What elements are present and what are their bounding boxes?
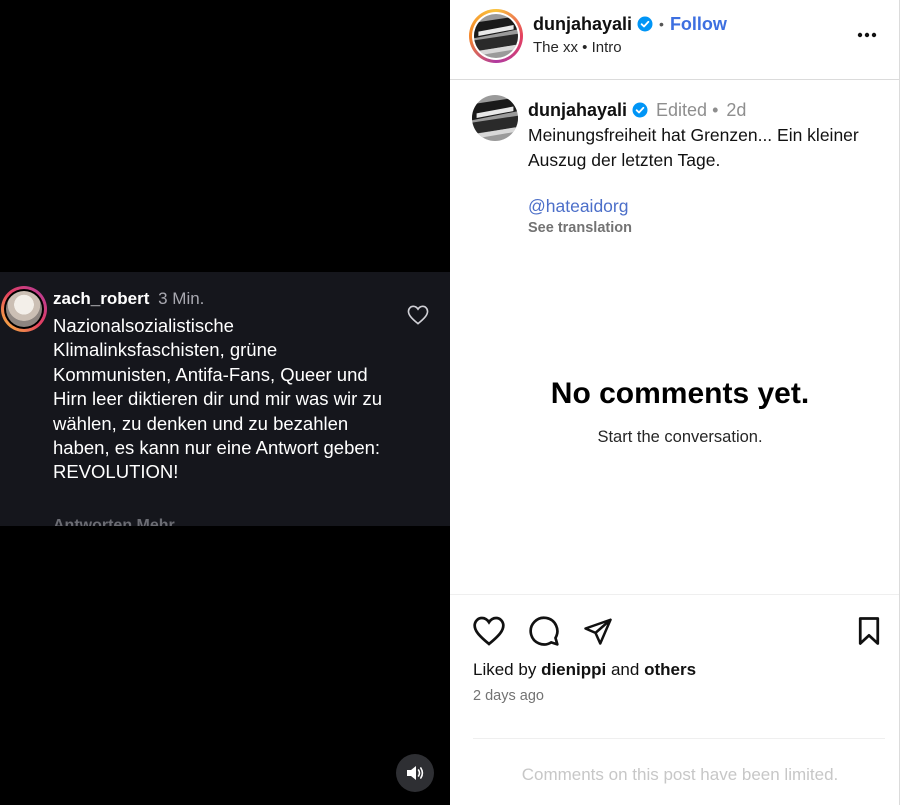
likes-others-link[interactable]: others: [644, 660, 696, 679]
comments-limited-notice: Comments on this post have been limited.: [521, 765, 839, 784]
liker-username[interactable]: dienippi: [541, 660, 606, 679]
verified-icon: [637, 16, 653, 32]
audio-track[interactable]: The xx • Intro: [533, 39, 622, 56]
no-comments-subtitle: Start the conversation.: [597, 428, 763, 446]
commenter-avatar[interactable]: [1, 286, 47, 332]
like-button[interactable]: [471, 613, 507, 649]
edited-label: Edited •: [656, 100, 719, 120]
post-time[interactable]: 2 days ago: [473, 688, 544, 704]
comment-button[interactable]: [526, 613, 562, 649]
comment-header: zach_robert 3 Min.: [53, 289, 204, 309]
heart-icon[interactable]: [407, 305, 429, 325]
share-icon: [584, 618, 612, 645]
author-avatar[interactable]: [469, 9, 523, 63]
footer-divider: [473, 738, 885, 739]
separator-dot: •: [659, 16, 664, 32]
mention-link[interactable]: @hateaidorg: [528, 196, 628, 217]
save-button[interactable]: [851, 613, 887, 649]
more-icon[interactable]: [850, 22, 884, 48]
post-header: dunjahayali • Follow The xx • Intro: [450, 0, 899, 80]
comment-time: 3 Min.: [158, 289, 205, 308]
verified-icon: [632, 102, 648, 118]
commenter-username[interactable]: zach_robert: [53, 289, 149, 308]
caption-avatar[interactable]: [472, 95, 518, 141]
sound-toggle-button[interactable]: [396, 754, 434, 792]
heart-icon: [473, 616, 505, 646]
share-button[interactable]: [580, 613, 616, 649]
no-comments-title: No comments yet.: [550, 377, 810, 410]
speaker-icon: [407, 766, 424, 780]
comment-text: Nazionalsozialistische Klimalinksfaschis…: [53, 315, 382, 483]
video-media[interactable]: zach_robert 3 Min. Nazionalsozialistisch…: [0, 0, 450, 805]
author-username[interactable]: dunjahayali: [533, 13, 632, 35]
caption-text: Meinungsfreiheit hat Grenzen... Ein klei…: [528, 125, 859, 170]
follow-button[interactable]: Follow: [670, 13, 727, 35]
see-translation-link[interactable]: See translation: [528, 220, 632, 236]
caption-header: dunjahayali Edited • 2d: [528, 99, 746, 121]
post-panel: dunjahayali • Follow The xx • Intro dunj…: [450, 0, 900, 805]
actions-divider: [450, 594, 899, 595]
caption-age[interactable]: 2d: [726, 99, 746, 121]
bookmark-icon: [858, 617, 880, 645]
likes-and: and: [610, 660, 640, 679]
likes-summary: Liked by dienippi and others: [473, 660, 696, 680]
likes-prefix: Liked by: [473, 660, 537, 679]
caption-username[interactable]: dunjahayali: [528, 99, 627, 121]
comment-truncated-row: Antworten Mehr: [53, 517, 175, 527]
comment-icon: [529, 616, 559, 646]
